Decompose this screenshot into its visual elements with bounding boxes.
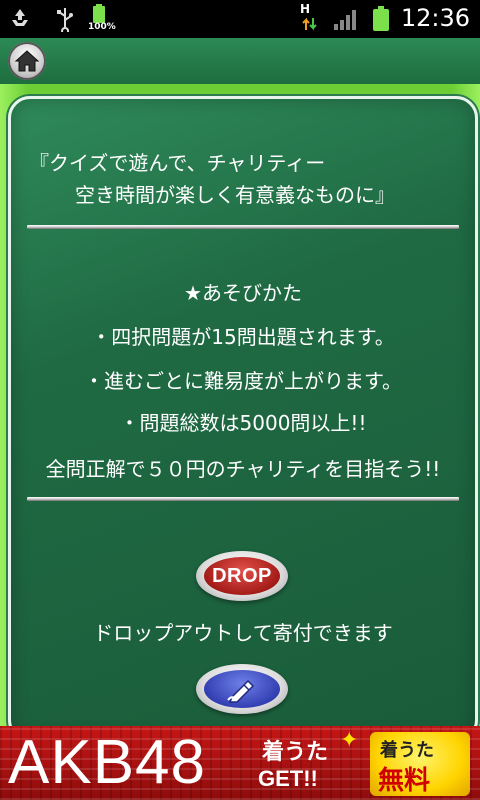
howto-item-3: ・問題総数は5000問以上!! — [119, 411, 367, 435]
battery-icon — [372, 6, 390, 36]
usb-icon — [54, 6, 76, 36]
ad-badge: 着うた 無料 — [370, 732, 470, 796]
drop-caption: ドロップアウトして寄付できます — [93, 621, 393, 645]
ad-main-text: AKB48 — [8, 728, 207, 797]
ad-badge-line-1: 着うた — [380, 740, 434, 761]
title-bar — [0, 38, 480, 84]
edit-button[interactable] — [196, 664, 288, 714]
howto-item-1: ・四択問題が15問出題されます。 — [91, 325, 395, 349]
status-bar: 100% H 12:36 — [0, 0, 480, 38]
home-icon — [14, 50, 40, 72]
recycle-icon — [8, 6, 32, 34]
ad-badge-line-2: 無料 — [378, 766, 431, 796]
drop-button-label: DROP — [204, 557, 280, 595]
home-button[interactable] — [8, 42, 46, 80]
content-board: 『クイズで遊んで、チャリティー 空き時間が楽しく有意義なものに』 ★あそびかた … — [8, 96, 478, 742]
ad-banner[interactable]: AKB48 着うた GET!! ✦ ✦ 着うた 無料 — [0, 726, 480, 800]
howto-heading: ★あそびかた — [184, 281, 302, 305]
intro-line-2: 空き時間が楽しく有意義なものに』 — [75, 183, 395, 207]
howto-item-4: 全問正解で５０円のチャリティを目指そう!! — [45, 457, 441, 481]
divider-top — [27, 225, 459, 229]
sparkle-icon: ✦ — [340, 728, 359, 753]
signal-icon — [334, 8, 360, 34]
drop-button[interactable]: DROP — [196, 551, 288, 601]
ad-sub-text-1: 着うた — [262, 740, 329, 765]
network-type: H — [300, 2, 311, 16]
battery-percent: 100% — [88, 22, 116, 32]
divider-bottom — [27, 497, 459, 501]
pencil-icon — [227, 679, 255, 703]
ad-sub-text-2: GET!! — [258, 766, 318, 791]
howto-item-2: ・進むごとに難易度が上がります。 — [84, 369, 402, 393]
clock: 12:36 — [400, 4, 470, 32]
data-arrows-icon — [302, 16, 318, 36]
intro-line-1: 『クイズで遊んで、チャリティー — [29, 151, 326, 175]
